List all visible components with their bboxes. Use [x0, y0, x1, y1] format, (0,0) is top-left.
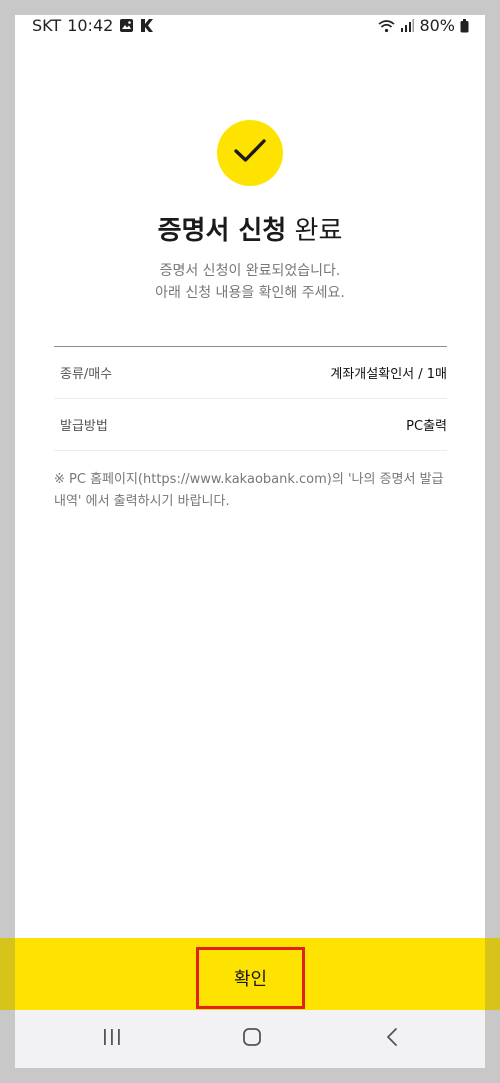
kakao-k-icon [140, 18, 154, 33]
carrier-text: SKT [32, 16, 62, 35]
detail-label: 종류/매수 [60, 367, 113, 382]
page-subtitle: 증명서 신청이 완료되었습니다. 아래 신청 내용을 확인해 주세요. [15, 260, 485, 304]
details-table: 종류/매수 계좌개설확인서 / 1매 발급방법 PC출력 [54, 346, 447, 451]
confirm-button[interactable]: 확인 [196, 947, 305, 1009]
back-icon [385, 1027, 399, 1051]
subtitle-line-1: 증명서 신청이 완료되었습니다. [159, 263, 341, 279]
detail-value: PC출력 [406, 419, 447, 434]
back-button[interactable] [377, 1010, 407, 1068]
system-nav-bar [15, 1010, 485, 1068]
page-title-regular: 완료 [294, 216, 343, 246]
app-screen: SKT 10:42 80% 증명서 신청 완료 증명서 신청이 완료되었습니다.… [15, 15, 485, 1068]
status-bar: SKT 10:42 80% [15, 15, 485, 37]
confirm-bar-edge-left [0, 938, 15, 1010]
page-title-bold: 증명서 신청 [157, 216, 287, 246]
subtitle-line-2: 아래 신청 내용을 확인해 주세요. [155, 285, 345, 301]
print-instruction-note: ※ PC 홈페이지(https://www.kakaobank.com)의 '나… [54, 472, 444, 509]
page-title: 증명서 신청 완료 [15, 210, 485, 247]
confirm-bar-edge-right [485, 938, 500, 1010]
detail-row-type-count: 종류/매수 계좌개설확인서 / 1매 [54, 347, 447, 399]
success-check-badge [217, 120, 283, 186]
wifi-icon [378, 19, 395, 33]
time-text: 10:42 [67, 16, 114, 35]
detail-row-issue-method: 발급방법 PC출력 [54, 399, 447, 451]
gallery-icon [119, 18, 134, 33]
battery-icon [460, 18, 469, 33]
recents-button[interactable] [97, 1010, 127, 1068]
battery-percent: 80% [419, 16, 455, 35]
check-icon [233, 138, 267, 168]
home-button[interactable] [237, 1010, 267, 1068]
signal-icon [400, 18, 415, 33]
recents-icon [102, 1028, 122, 1050]
detail-label: 발급방법 [60, 419, 108, 434]
detail-value: 계좌개설확인서 / 1매 [330, 367, 447, 382]
home-icon [242, 1027, 262, 1051]
